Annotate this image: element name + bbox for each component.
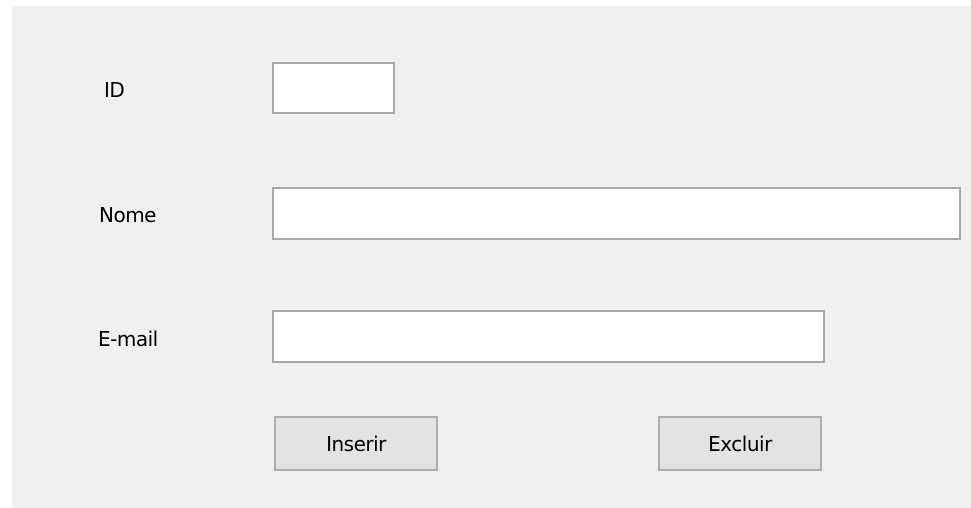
id-label: ID bbox=[104, 78, 125, 102]
delete-button[interactable]: Excluir bbox=[658, 416, 822, 471]
form-panel: ID Nome E-mail Inserir Excluir bbox=[12, 6, 971, 508]
id-field[interactable] bbox=[272, 62, 395, 114]
email-label: E-mail bbox=[98, 327, 158, 351]
name-field[interactable] bbox=[272, 187, 961, 240]
insert-button[interactable]: Inserir bbox=[274, 416, 438, 471]
email-field[interactable] bbox=[272, 310, 825, 363]
name-label: Nome bbox=[99, 203, 156, 227]
